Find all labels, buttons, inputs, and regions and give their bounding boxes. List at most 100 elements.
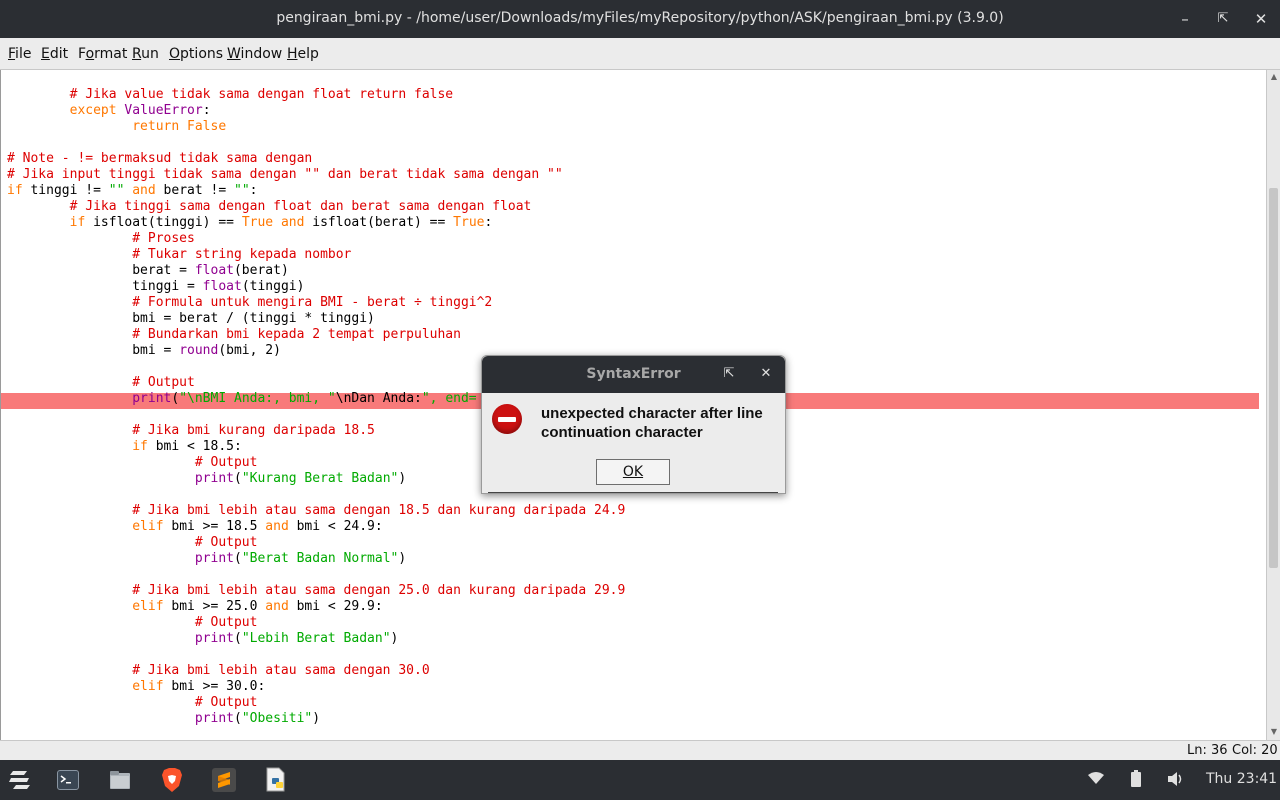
code-line[interactable]: if tinggi != "" and berat != "": [7,183,625,199]
ok-button[interactable]: OK [596,459,670,485]
code-token: : [249,183,258,198]
code-token: bmi >= 25.0 [163,599,266,614]
code-token: tinggi = [7,279,203,294]
code-line[interactable]: # Tukar string kepada nombor [7,247,625,263]
menu-options[interactable]: Options [169,46,223,62]
status-line: Ln: 36 [1187,743,1228,758]
brave-browser-icon[interactable] [160,767,184,793]
menu-window[interactable]: Window [227,46,282,62]
code-line[interactable]: ​ [7,567,625,583]
close-icon[interactable]: ✕ [1250,8,1272,30]
code-line[interactable]: print("Obesiti") [7,711,625,727]
code-token: # Output [7,535,258,550]
code-token: "\nBMI Anda:, bmi, " [179,391,336,406]
menu-help-label: Help [287,46,319,62]
volume-icon[interactable] [1167,771,1185,791]
code-token: print [194,711,234,726]
code-token: ( [233,711,242,726]
code-token: bmi = berat / (tinggi * tinggi) [7,311,375,326]
vertical-scrollbar[interactable]: ▲ ▼ [1266,70,1280,740]
files-icon[interactable] [109,769,131,791]
code-line[interactable]: # Jika bmi lebih atau sama dengan 30.0 [7,663,625,679]
sublime-text-icon[interactable] [212,768,236,792]
code-line[interactable]: print("Berat Badan Normal") [7,551,625,567]
code-line[interactable]: # Output [7,615,625,631]
code-token: ValueError [124,103,203,118]
code-token: bmi >= 18.5 [163,519,266,534]
code-line[interactable]: ​ [7,647,625,663]
error-icon [492,404,522,434]
terminal-icon[interactable] [57,770,79,790]
zorin-menu-icon[interactable] [7,768,31,792]
scroll-up-icon[interactable]: ▲ [1269,72,1279,82]
code-line[interactable]: ​ [7,135,625,151]
code-token: # Output [7,375,195,390]
code-token: if [69,215,86,230]
code-line[interactable]: print("Lebih Berat Badan") [7,631,625,647]
code-line[interactable]: elif bmi >= 18.5 and bmi < 24.9: [7,519,625,535]
code-line[interactable]: # Proses [7,231,625,247]
menu-edit[interactable]: Edit [41,46,68,62]
dialog-close-icon[interactable]: ✕ [757,365,775,383]
code-line[interactable]: # Note - != bermaksud tidak sama dengan [7,151,625,167]
menu-bar: File Edit Format Run Options Window Help [0,38,1280,70]
code-token: elif [132,679,164,694]
maximize-icon[interactable]: ⇱ [1212,8,1234,30]
code-token: bmi >= 30.0: [163,679,266,694]
code-line[interactable]: # Jika bmi lebih atau sama dengan 18.5 d… [7,503,625,519]
python-idle-icon[interactable] [264,767,288,793]
code-line[interactable]: except ValueError: [7,103,625,119]
code-token: return [132,119,180,134]
code-line[interactable]: # Output [7,535,625,551]
code-line[interactable]: tinggi = float(tinggi) [7,279,625,295]
scroll-down-icon[interactable]: ▼ [1269,727,1279,737]
menu-help[interactable]: Help [287,46,319,62]
taskbar: Thu 23:41 [0,760,1280,800]
code-token: ", end= [421,391,477,406]
code-token: "" [108,183,125,198]
window-titlebar: pengiraan_bmi.py - /home/user/Downloads/… [0,0,1280,38]
menu-run[interactable]: Run [132,46,159,62]
code-token: : [484,215,493,230]
code-line[interactable]: # Jika value tidak sama dengan float ret… [7,87,625,103]
code-token: # Output [7,615,258,630]
menu-file-label: File [8,46,32,62]
code-line[interactable]: return False [7,119,625,135]
battery-icon[interactable] [1130,770,1142,792]
code-token: tinggi != [22,183,109,198]
code-token: # Jika value tidak sama dengan float ret… [7,87,454,102]
code-token: True [241,215,274,230]
code-line[interactable]: # Formula untuk mengira BMI - berat ÷ ti… [7,295,625,311]
dialog-maximize-icon[interactable]: ⇱ [720,365,738,383]
menu-format[interactable]: Format [78,46,127,62]
code-token: (tinggi) [241,279,305,294]
code-line[interactable]: # Bundarkan bmi kepada 2 tempat perpuluh… [7,327,625,343]
code-token: print [132,391,172,406]
code-line[interactable]: # Jika bmi lebih atau sama dengan 25.0 d… [7,583,625,599]
code-token: # Jika tinggi sama dengan float dan bera… [7,199,532,214]
code-line[interactable]: bmi = berat / (tinggi * tinggi) [7,311,625,327]
code-line[interactable]: # Output [7,695,625,711]
code-token: and [265,599,289,614]
code-line[interactable]: berat = float(berat) [7,263,625,279]
clock[interactable]: Thu 23:41 [1206,771,1277,787]
code-line[interactable]: elif bmi >= 25.0 and bmi < 29.9: [7,599,625,615]
scrollbar-thumb[interactable] [1269,188,1278,568]
code-line[interactable]: elif bmi >= 30.0: [7,679,625,695]
wifi-icon[interactable] [1087,770,1105,790]
menu-file[interactable]: File [8,46,31,62]
minimize-icon[interactable]: – [1174,8,1196,30]
code-line[interactable]: # Jika input tinggi tidak sama dengan ""… [7,167,625,183]
code-token: berat != [155,183,234,198]
code-line[interactable]: if isfloat(tinggi) == True and isfloat(b… [7,215,625,231]
code-token: # Output [7,455,258,470]
code-line[interactable]: # Jika tinggi sama dengan float dan bera… [7,199,625,215]
